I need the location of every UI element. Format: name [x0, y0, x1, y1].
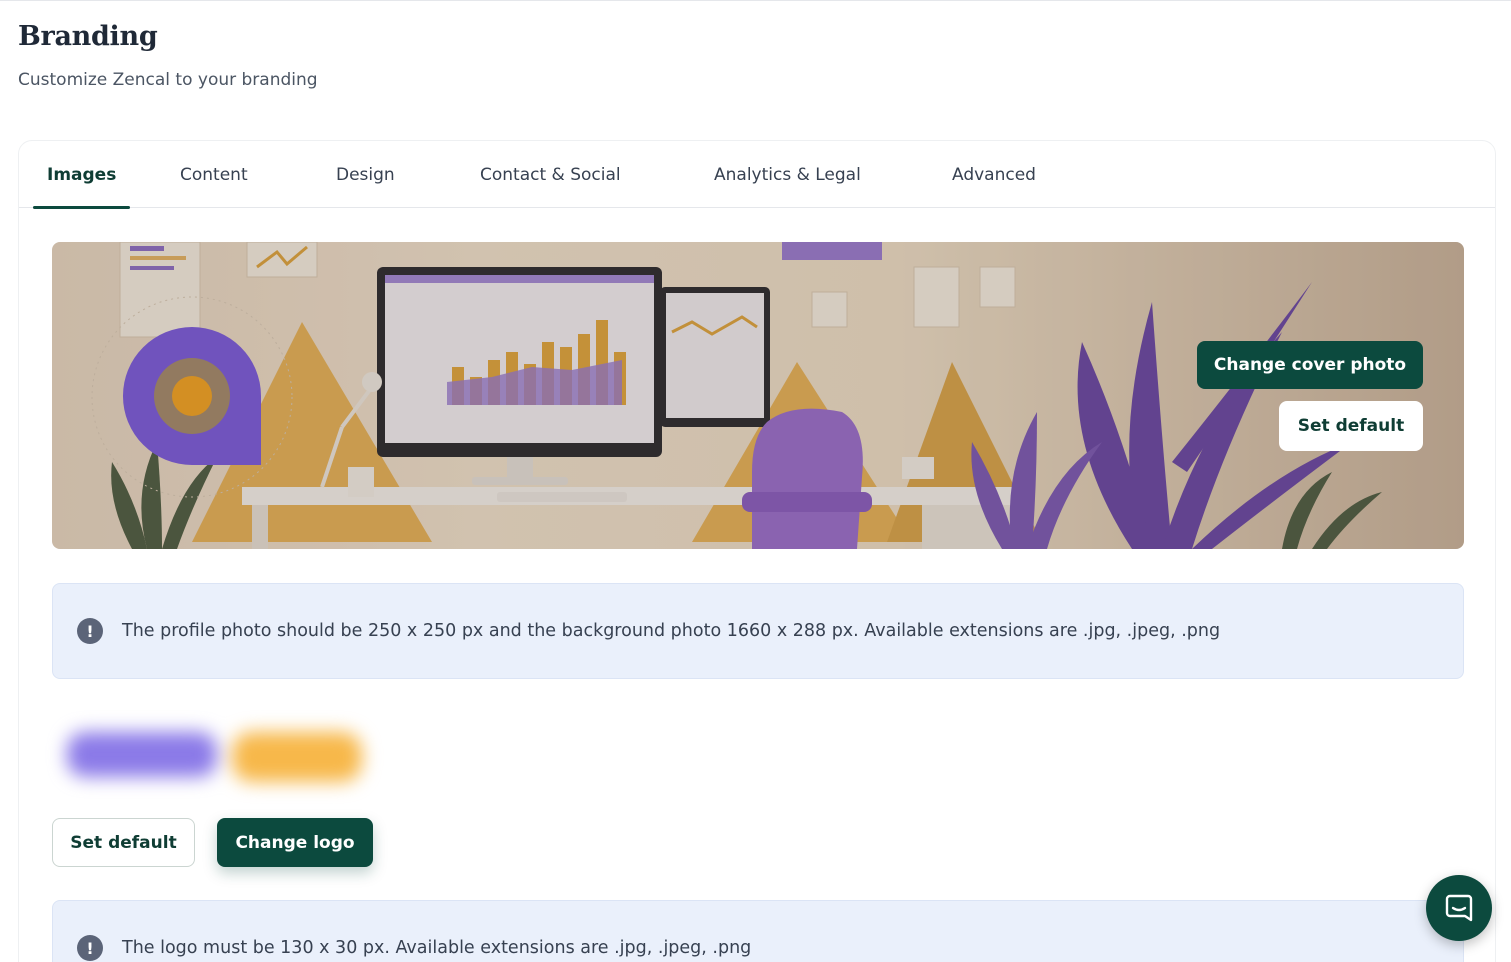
cover-set-default-button[interactable]: Set default: [1279, 401, 1423, 451]
cover-overlay: [52, 242, 1464, 549]
chat-bubble-icon: [1445, 894, 1473, 922]
info-icon: !: [77, 618, 103, 644]
tab-images[interactable]: Images: [33, 141, 131, 209]
tab-design[interactable]: Design: [336, 141, 395, 208]
logo-info-text: The logo must be 130 x 30 px. Available …: [122, 938, 752, 958]
profile-photo-info: ! The profile photo should be 250 x 250 …: [52, 583, 1464, 679]
chat-launcher-button[interactable]: [1426, 875, 1492, 941]
logo-preview: [57, 707, 377, 797]
logo-info: ! The logo must be 130 x 30 px. Availabl…: [52, 900, 1464, 962]
profile-photo-info-text: The profile photo should be 250 x 250 px…: [122, 621, 1221, 641]
page-subtitle: Customize Zencal to your branding: [18, 70, 318, 90]
info-icon: !: [77, 935, 103, 961]
logo-set-default-button[interactable]: Set default: [52, 818, 195, 867]
branding-card: Images Content Design Contact & Social A…: [18, 140, 1496, 962]
tab-content[interactable]: Content: [180, 141, 248, 208]
logo-image: [67, 732, 362, 782]
cover-photo: Change cover photo Set default: [52, 242, 1464, 549]
tab-bar: Images Content Design Contact & Social A…: [19, 141, 1495, 209]
page-title: Branding: [18, 21, 158, 52]
tab-contact-social[interactable]: Contact & Social: [480, 141, 621, 208]
change-logo-button[interactable]: Change logo: [217, 818, 373, 867]
change-cover-photo-button[interactable]: Change cover photo: [1197, 341, 1423, 389]
tab-analytics-legal[interactable]: Analytics & Legal: [714, 141, 861, 208]
tab-advanced[interactable]: Advanced: [952, 141, 1036, 208]
branding-page: Branding Customize Zencal to your brandi…: [0, 0, 1511, 962]
